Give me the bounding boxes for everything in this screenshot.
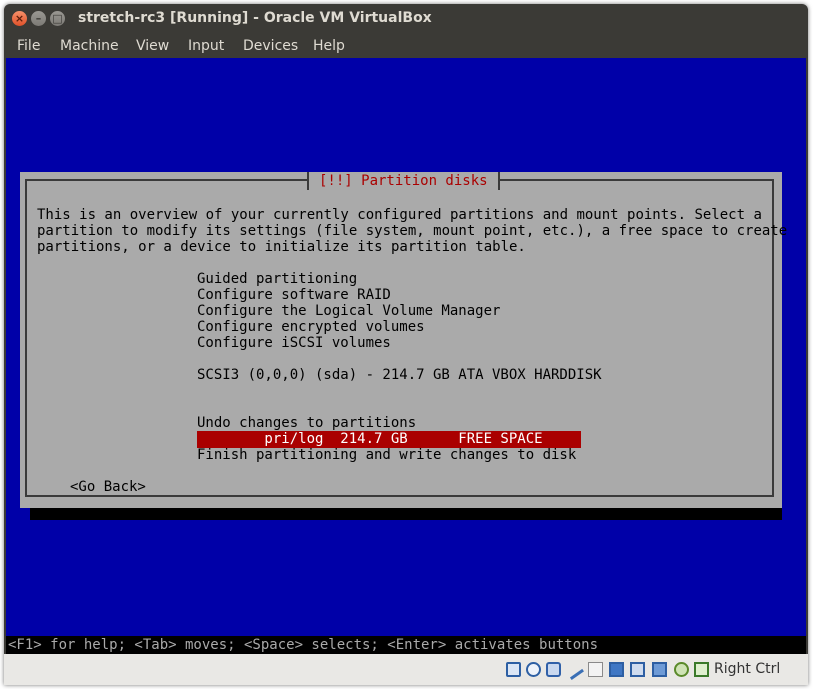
- minimize-icon: –: [35, 12, 42, 25]
- optical-drive-icon[interactable]: [526, 662, 541, 677]
- close-button[interactable]: ×: [12, 11, 27, 26]
- dialog-title: [!!] Partition disks: [307, 172, 500, 190]
- hard-disk-icon[interactable]: [506, 662, 521, 677]
- network-icon[interactable]: [630, 662, 645, 677]
- close-icon: ×: [14, 12, 25, 25]
- menu-view[interactable]: View: [136, 38, 169, 54]
- shared-folder-icon[interactable]: [588, 662, 603, 677]
- cpu-icon[interactable]: [674, 662, 689, 677]
- usb-icon[interactable]: [546, 662, 561, 677]
- disk-entry[interactable]: SCSI3 (0,0,0) (sda) - 214.7 GB ATA VBOX …: [197, 367, 602, 383]
- option-software-raid[interactable]: Configure software RAID: [197, 287, 391, 303]
- menu-machine[interactable]: Machine: [60, 38, 119, 54]
- video-capture-icon[interactable]: [652, 662, 667, 677]
- menu-file[interactable]: File: [17, 38, 40, 54]
- virtualbox-window: × – □ stretch-rc3 [Running] - Oracle VM …: [4, 4, 808, 685]
- description-line: partitions, or a device to initialize it…: [37, 239, 526, 255]
- description-line: This is an overview of your currently co…: [37, 207, 762, 223]
- menu-help[interactable]: Help: [313, 38, 345, 54]
- host-key-label: Right Ctrl: [714, 661, 781, 677]
- title-bar: × – □ stretch-rc3 [Running] - Oracle VM …: [4, 4, 808, 34]
- menu-input[interactable]: Input: [188, 38, 224, 54]
- help-line: <F1> for help; <Tab> moves; <Space> sele…: [6, 636, 806, 654]
- option-encrypted-volumes[interactable]: Configure encrypted volumes: [197, 319, 425, 335]
- free-space-row[interactable]: pri/log 214.7 GB FREE SPACE: [197, 431, 581, 448]
- option-undo-changes[interactable]: Undo changes to partitions: [197, 415, 416, 431]
- go-back-button[interactable]: <Go Back>: [70, 479, 146, 495]
- option-iscsi-volumes[interactable]: Configure iSCSI volumes: [197, 335, 391, 351]
- help-text: <F1> for help; <Tab> moves; <Space> sele…: [8, 637, 599, 653]
- mouse-integration-icon[interactable]: [694, 662, 709, 677]
- status-bar: Right Ctrl: [4, 654, 808, 685]
- free-space-label: pri/log 214.7 GB FREE SPACE: [197, 431, 543, 447]
- display-icon[interactable]: [609, 662, 624, 677]
- description-line: partition to modify its settings (file s…: [37, 223, 788, 239]
- maximize-button[interactable]: □: [50, 11, 65, 26]
- option-guided-partitioning[interactable]: Guided partitioning: [197, 271, 357, 287]
- option-finish-partitioning[interactable]: Finish partitioning and write changes to…: [197, 447, 576, 463]
- menu-bar: File Machine View Input Devices Help: [4, 34, 808, 58]
- partition-dialog: [!!] Partition disks This is an overview…: [20, 172, 787, 508]
- maximize-icon: □: [52, 12, 63, 25]
- vm-screen[interactable]: [!!] Partition disks This is an overview…: [6, 58, 806, 654]
- menu-devices[interactable]: Devices: [243, 38, 298, 54]
- pen-icon[interactable]: [563, 659, 584, 680]
- minimize-button[interactable]: –: [31, 11, 46, 26]
- window-title: stretch-rc3 [Running] - Oracle VM Virtua…: [78, 10, 432, 26]
- option-lvm[interactable]: Configure the Logical Volume Manager: [197, 303, 500, 319]
